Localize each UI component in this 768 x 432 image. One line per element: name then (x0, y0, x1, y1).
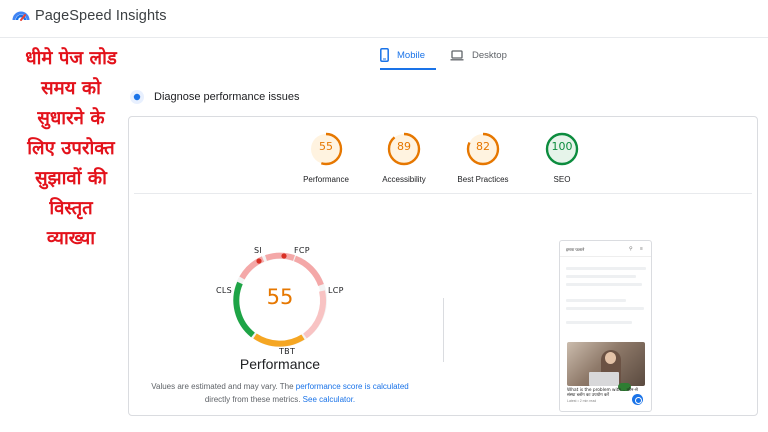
page-screenshot-preview: हमारा फलाने ⚲ ≡ What is the problem with… (559, 240, 652, 412)
score-gauge-best-practices[interactable]: 82 Best Practices (443, 131, 523, 184)
tab-desktop[interactable]: Desktop (450, 40, 514, 70)
tab-desktop-label: Desktop (472, 49, 507, 61)
score-gauge-seo[interactable]: 100 SEO (522, 131, 602, 184)
hindi-overlay-caption: धीमे पेज लोड समय को सुधारने के लिए उपरोक… (25, 48, 117, 249)
performance-score-value: 55 (266, 285, 294, 309)
score-gauge-accessibility[interactable]: 89 Accessibility (364, 131, 444, 184)
metric-label-tbt: TBT (279, 347, 296, 356)
score-value: 55 (319, 140, 333, 153)
preview-search-icon: ⚲ (629, 246, 633, 252)
diagnose-heading: Diagnose performance issues (154, 91, 300, 103)
vertical-divider (443, 298, 444, 362)
card-divider (134, 193, 752, 194)
score-label: SEO (553, 175, 571, 184)
metric-label-fcp: FCP (294, 246, 310, 255)
laptop-icon (450, 49, 464, 60)
see-calculator-link[interactable]: See calculator. (303, 395, 355, 404)
preview-text-line (566, 267, 646, 270)
preview-article-image (567, 342, 645, 386)
score-gauge-performance[interactable]: 55 Performance (286, 131, 366, 184)
preview-fab-icon (632, 394, 643, 405)
metric-label-cls: CLS (216, 286, 233, 295)
score-value: 82 (476, 140, 490, 153)
score-note-prefix: Values are estimated and may vary. The (151, 382, 296, 391)
preview-text-line (566, 275, 636, 278)
preview-meta: Latest • 2 min read (567, 399, 597, 403)
preview-site-name: हमारा फलाने (566, 247, 585, 252)
tab-mobile-label: Mobile (397, 49, 425, 61)
preview-text-line (566, 321, 632, 324)
score-value: 100 (551, 140, 573, 153)
preview-text-line (566, 307, 644, 310)
preview-image-face (605, 352, 616, 364)
score-note-middle: directly from these metrics. (204, 395, 303, 404)
brand-title[interactable]: PageSpeed Insights (35, 8, 167, 24)
metric-label-si: SI (254, 246, 263, 255)
preview-header: हमारा फलाने ⚲ ≡ (560, 241, 651, 257)
top-bar: PageSpeed Insights (0, 0, 768, 38)
metric-label-lcp: LCP (328, 286, 344, 295)
score-label: Performance (303, 175, 349, 184)
tab-mobile[interactable]: Mobile (380, 40, 436, 70)
score-note: Values are estimated and may vary. The p… (148, 380, 412, 406)
score-calculation-link[interactable]: performance score is calculated (296, 382, 409, 391)
smartphone-icon (380, 48, 389, 62)
pagespeed-logo-icon[interactable] (12, 7, 30, 25)
preview-text-line (566, 283, 642, 286)
score-value: 89 (397, 140, 411, 153)
preview-menu-icon: ≡ (640, 246, 643, 252)
performance-title: Performance (239, 356, 321, 372)
score-label: Best Practices (457, 175, 509, 184)
diagnose-icon (129, 89, 145, 105)
preview-image-laptop (589, 372, 619, 386)
score-label: Accessibility (382, 175, 426, 184)
preview-text-line (566, 299, 626, 302)
